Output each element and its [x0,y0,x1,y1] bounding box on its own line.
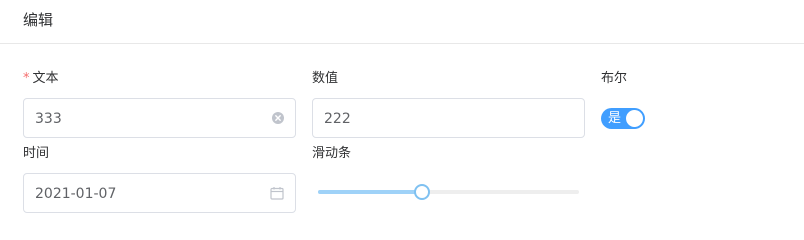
calendar-icon[interactable] [270,186,284,200]
required-mark: * [23,71,30,86]
slider-field-label: 滑动条 [312,146,352,161]
text-field-label: * 文本 [23,71,59,87]
switch-knob [626,110,643,127]
bool-field-label: 布尔 [601,71,628,86]
date-input-value: 2021-01-07 [35,186,117,202]
number-input-value: 222 [324,111,351,127]
text-field-label-text: 文本 [32,71,59,86]
circle-close-icon[interactable] [272,112,284,124]
page-title: 编辑 [23,11,54,29]
slider-track[interactable] [318,184,579,200]
time-field-label: 时间 [23,146,50,161]
number-input[interactable]: 222 [312,98,585,138]
bool-switch[interactable]: 是 [601,108,645,129]
switch-on-text: 是 [608,111,622,126]
slider-fill [318,190,421,194]
number-field-label: 数值 [312,71,339,86]
edit-form-page: 编辑 * 文本 333 数值 222 布尔 是 时间 2021-01-07 滑动条 [0,0,804,219]
text-input-value: 333 [35,111,62,127]
date-input[interactable]: 2021-01-07 [23,173,296,213]
text-input[interactable]: 333 [23,98,296,138]
form-header: 编辑 [0,0,804,44]
slider-handle[interactable] [414,184,430,200]
